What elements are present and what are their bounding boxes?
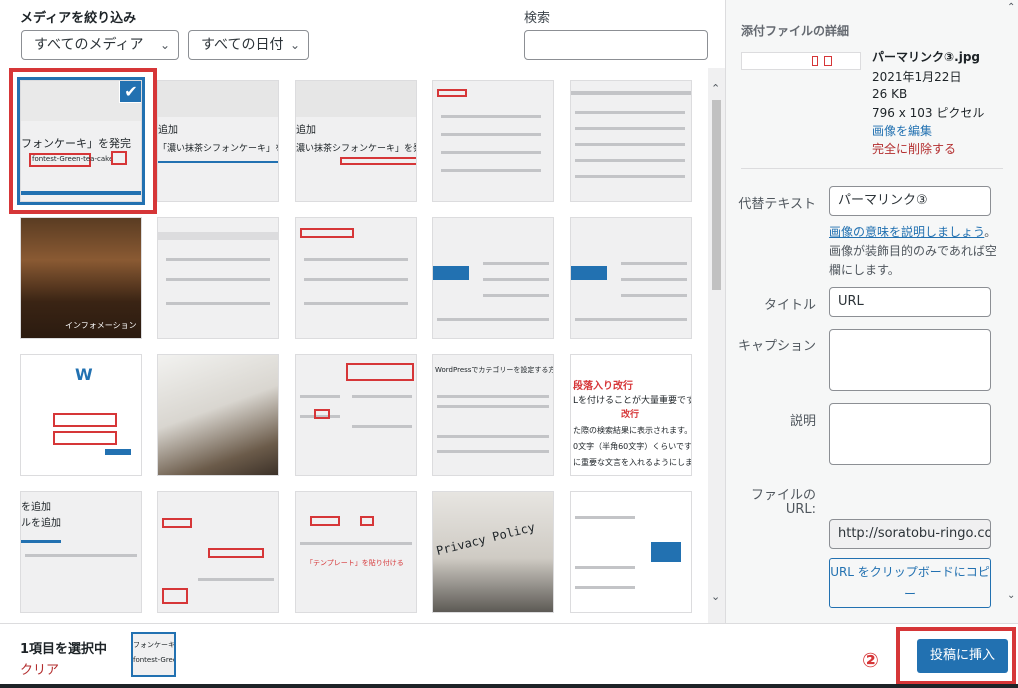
media-grid-scrollbar[interactable]: ⌃ ⌄ <box>708 68 725 623</box>
description-label: 説明 <box>789 414 816 429</box>
caption-label: キャプション <box>737 339 816 354</box>
thumb-text: 「テンプレート」を貼り付ける <box>306 559 404 567</box>
search-input[interactable] <box>524 30 708 60</box>
scrollbar-thumb[interactable] <box>712 100 721 290</box>
thumb-text: Privacy Policy <box>434 519 537 559</box>
media-item[interactable]: 追加 濃い抹茶シフォンケーキ」を発完 <box>295 80 417 202</box>
file-url-label-suffix: URL: <box>785 502 816 517</box>
thumb-text: インフォメーション <box>65 321 137 330</box>
file-url-label: ファイルの <box>750 488 816 503</box>
title-field[interactable]: URL <box>829 287 991 317</box>
thumb-text: に重要な文言を入れるようにしましょ <box>573 458 691 467</box>
chevron-down-icon[interactable]: ⌄ <box>1007 590 1015 601</box>
thumb-text: fontest-Green-tea-cake <box>133 656 174 664</box>
media-item[interactable]: 段落入り改行 Lを付けることが大量重要です 改行 た際の検索結果に表示されます。… <box>570 354 692 476</box>
title-label: タイトル <box>763 298 816 313</box>
media-item[interactable] <box>157 491 279 613</box>
attachment-details-panel: 添付ファイルの詳細 パーマリンク③.jpg 2021年1月22日 26 KB 7… <box>725 0 1018 623</box>
thumb-text: を追加 <box>21 502 51 513</box>
details-title: 添付ファイルの詳細 <box>741 24 850 38</box>
thumb-text: 追加 <box>296 125 316 136</box>
details-thumbnail <box>741 52 861 70</box>
alt-text-help: 画像の意味を説明しましょう。画像が装飾目的のみであれば空欄にします。 <box>829 223 999 280</box>
bottom-border <box>0 684 1018 688</box>
filter-title: メディアを絞り込み <box>20 11 137 26</box>
details-dimensions: 796 x 103 ピクセル <box>872 106 985 120</box>
thumb-text: ルを追加 <box>21 518 61 529</box>
media-item[interactable] <box>157 217 279 339</box>
thumb-text: フォンケーキ」を発完 <box>133 641 175 649</box>
media-library-panel: メディアを絞り込み すべてのメディア ⌄ すべての日付 ⌄ 検索 フォンケーキ」… <box>0 0 725 623</box>
copy-url-button[interactable]: URL をクリップボードにコピー <box>829 558 991 608</box>
caption-field[interactable] <box>829 329 991 391</box>
media-item[interactable]: 追加 「濃い抹茶シフォンケーキ」を発完 <box>157 80 279 202</box>
step-marker: ② <box>862 648 879 672</box>
insert-into-post-button[interactable]: 投稿に挿入 <box>917 639 1008 673</box>
media-item[interactable] <box>570 217 692 339</box>
description-field[interactable] <box>829 403 991 465</box>
wordpress-logo-icon: W <box>75 365 93 384</box>
clear-selection-link[interactable]: クリア <box>20 659 59 678</box>
media-item[interactable] <box>295 354 417 476</box>
media-item[interactable]: WordPressでカテゴリーを設定する方法 <box>432 354 554 476</box>
details-divider <box>741 168 1003 169</box>
chevron-up-icon[interactable]: ⌃ <box>711 82 720 95</box>
annotation-frame-selected <box>9 68 157 214</box>
details-filename: パーマリンク③.jpg <box>872 50 981 64</box>
thumb-text: 段落入り改行 <box>573 381 633 392</box>
media-item[interactable]: Privacy Policy <box>432 491 554 613</box>
delete-permanently-link[interactable]: 完全に削除する <box>872 140 956 157</box>
thumb-text: 濃い抹茶シフォンケーキ」を発完 <box>296 144 416 154</box>
media-item[interactable]: インフォメーション <box>20 217 142 339</box>
media-item[interactable] <box>432 217 554 339</box>
thumb-text: 改行 <box>621 410 640 420</box>
thumb-text: 追加 <box>158 125 178 136</box>
media-item[interactable] <box>432 80 554 202</box>
media-item[interactable]: W <box>20 354 142 476</box>
details-size: 26 KB <box>872 87 908 101</box>
alt-text-help-link[interactable]: 画像の意味を説明しましょう <box>829 225 984 239</box>
thumb-text: 「濃い抹茶シフォンケーキ」を発完 <box>158 144 278 154</box>
thumb-text: Lを付けることが大量重要です <box>573 396 692 406</box>
date-select-value: すべての日付 <box>201 37 284 53</box>
media-type-select[interactable]: すべてのメディア ⌄ <box>21 30 179 60</box>
media-type-select-value: すべてのメディア <box>34 37 144 53</box>
chevron-up-icon[interactable]: ⌃ <box>1007 2 1015 13</box>
edit-image-link[interactable]: 画像を編集 <box>872 122 932 139</box>
date-select[interactable]: すべての日付 ⌄ <box>188 30 309 60</box>
details-date: 2021年1月22日 <box>872 70 962 84</box>
media-item[interactable] <box>157 354 279 476</box>
alt-text-field[interactable]: パーマリンク③ <box>829 186 991 216</box>
selection-count: 1項目を選択中 <box>20 642 108 657</box>
alt-text-label: 代替テキスト <box>738 197 816 212</box>
media-toolbar: 1項目を選択中 クリア フォンケーキ」を発完 fontest-Green-tea… <box>0 623 1018 688</box>
details-scrollbar[interactable]: ⌃ ⌄ <box>1006 0 1018 623</box>
selected-thumbnail[interactable]: フォンケーキ」を発完 fontest-Green-tea-cake <box>131 632 176 677</box>
media-item[interactable]: を追加 ルを追加 <box>20 491 142 613</box>
thumb-text: WordPressでカテゴリーを設定する方法 <box>435 366 554 374</box>
chevron-down-icon: ⌄ <box>159 38 170 52</box>
thumb-text: 0文字（半角60文字）くらいです。タ <box>573 442 692 451</box>
chevron-down-icon: ⌄ <box>289 38 300 52</box>
file-url-field[interactable]: http://soratobu-ringo.com <box>829 519 991 549</box>
media-item[interactable] <box>295 217 417 339</box>
chevron-down-icon[interactable]: ⌄ <box>711 590 720 603</box>
media-item[interactable] <box>570 491 692 613</box>
search-label: 検索 <box>524 11 551 26</box>
media-item[interactable]: 「テンプレート」を貼り付ける <box>295 491 417 613</box>
thumb-text: た際の検索結果に表示されます。そ <box>573 426 692 435</box>
media-item[interactable] <box>570 80 692 202</box>
